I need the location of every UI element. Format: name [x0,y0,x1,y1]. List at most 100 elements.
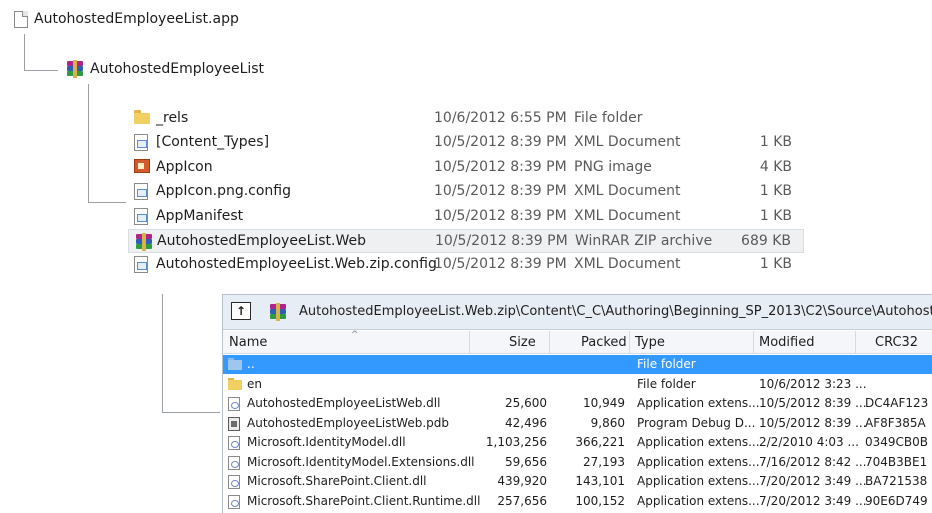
archive-item-name: Microsoft.IdentityModel.Extensions.dll [247,454,475,469]
archive-item-type: File folder [637,376,696,391]
file-type: XML Document [574,134,681,151]
app-package-label: AutohostedEmployeeList.app [34,11,239,27]
archive-item-crc: 704B3BE1 [865,454,928,469]
archive-item-modified: 7/16/2012 8:42 ... [759,454,867,469]
tree-connector [88,84,89,202]
archive-item-modified: 10/5/2012 8:39 ... [759,396,867,410]
archive-item-crc: AF8F385A [865,415,926,430]
arrow-up-icon: ↑ [235,304,247,318]
file-type: File folder [574,110,643,126]
column-name[interactable]: Name [229,335,267,350]
archive-item-size: 25,600 [505,396,547,410]
archive-item-packed: 10,949 [583,396,625,410]
archive-item-modified: 7/20/2012 3:49 ... [759,474,867,488]
archive-item-type: Application extens... [637,396,760,410]
sort-ascending-icon: ^ [351,330,359,340]
archive-row[interactable]: AutohostedEmployeeListWeb.pdb 42,496 9,860… [223,414,932,433]
file-row[interactable]: AutohostedEmployeeList.Web.zip.config 10/… [128,253,804,277]
document-icon [14,10,28,28]
file-row[interactable]: _rels 10/6/2012 6:55 PM File folder [128,107,804,131]
folder-icon [228,377,242,390]
dll-icon [228,455,240,470]
file-date: 10/5/2012 8:39 PM [434,134,567,151]
folder-icon [134,110,150,124]
dll-icon [228,436,240,450]
file-size: 1 KB [759,207,792,224]
file-date: 10/5/2012 8:39 PM [434,256,567,273]
winrar-archive-icon [269,303,287,321]
file-type: PNG image [574,158,652,175]
file-row[interactable]: [Content_Types] 10/5/2012 8:39 PM XML Docu… [128,131,804,155]
file-name: [Content_Types] [156,134,270,151]
file-row[interactable]: AppIcon.png.config 10/5/2012 8:39 PM XML D… [128,180,804,204]
archive-item-crc: 90E6D749 [865,493,928,508]
xml-document-icon [134,183,148,201]
archive-item-type: File folder [637,357,696,371]
archive-row[interactable]: en File folder 10/6/2012 3:23 ... [223,375,932,394]
app-package-node[interactable]: AutohostedEmployeeList.app [14,6,239,32]
archive-item-size: 439,920 [497,474,547,488]
file-name: AutohostedEmployeeList.Web [157,233,367,249]
pdb-icon [228,416,240,431]
archive-item-name: AutohostedEmployeeListWeb.dll [247,396,441,410]
package-folder-label: AutohostedEmployeeList [90,61,265,77]
file-size: 689 KB [741,233,791,249]
archive-item-packed: 9,860 [590,415,625,430]
png-image-icon [134,158,150,173]
file-name: AppManifest [156,207,244,224]
winrar-archive-icon [66,60,84,78]
tree-connector [24,70,58,71]
archive-item-type: Application extens... [637,474,760,488]
package-folder-node[interactable]: AutohostedEmployeeList [66,56,264,82]
column-size[interactable]: Size [509,335,536,350]
archive-item-type: Program Debug D... [637,415,756,430]
archive-row[interactable]: Microsoft.SharePoint.Client.dll 439,920 14… [223,472,932,491]
archive-item-name: Microsoft.IdentityModel.dll [247,435,406,449]
file-row[interactable]: AutohostedEmployeeList.Web 10/5/2012 8:39… [128,229,804,253]
archive-path: AutohostedEmployeeList.Web.zip\Content\C… [299,304,932,319]
dll-icon [228,475,240,489]
column-modified[interactable]: Modified [759,335,814,350]
file-name: AutohostedEmployeeList.Web.zip.config [156,256,437,273]
archive-item-name: Microsoft.SharePoint.Client.dll [247,474,427,488]
archive-item-packed: 27,193 [583,454,625,469]
archive-item-modified: 2/2/2010 4:03 ... [759,435,859,449]
column-header-row: Name ^ Size Packed Type Modified CRC32 [223,330,932,354]
file-type: XML Document [574,183,681,200]
winrar-path-bar: ↑ AutohostedEmployeeList.Web.zip\Content… [223,295,932,330]
file-row[interactable]: AppManifest 10/5/2012 8:39 PM XML Document… [128,205,804,229]
archive-row[interactable]: Microsoft.IdentityModel.Extensions.dll 59… [223,453,932,472]
archive-row[interactable]: Microsoft.SharePoint.Client.Runtime.dll 2… [223,492,932,511]
file-date: 10/5/2012 8:39 PM [435,233,568,249]
archive-row[interactable]: AutohostedEmployeeListWeb.dll 25,600 10,94… [223,394,932,413]
column-packed[interactable]: Packed [581,335,627,350]
archive-item-modified: 10/5/2012 8:39 ... [759,415,867,430]
file-date: 10/5/2012 8:39 PM [434,183,567,200]
archive-item-size: 42,496 [505,415,547,430]
archive-item-type: Application extens... [637,435,760,449]
archive-item-modified: 7/20/2012 3:49 ... [759,493,867,508]
archive-item-size: 1,103,256 [485,435,547,449]
tree-connector [88,202,126,203]
tree-connector [162,412,220,413]
winrar-window: ↑ AutohostedEmployeeList.Web.zip\Content… [222,294,932,513]
file-row[interactable]: AppIcon 10/5/2012 8:39 PM PNG image 4 KB [128,156,804,180]
archive-item-size: 257,656 [497,493,547,508]
archive-item-packed: 366,221 [575,435,625,449]
archive-item-crc: BA721538 [865,474,928,488]
archive-row[interactable]: Microsoft.IdentityModel.dll 1,103,256 366,… [223,433,932,452]
archive-item-crc: DC4AF123 [865,396,929,410]
file-date: 10/6/2012 6:55 PM [434,110,567,126]
archive-row[interactable]: .. File folder [223,355,932,374]
up-folder-button[interactable]: ↑ [231,302,251,320]
archive-item-type: Application extens... [637,493,760,508]
tree-connector [162,294,163,412]
folder-icon [228,358,242,370]
winrar-archive-icon [135,233,153,251]
column-type[interactable]: Type [635,335,665,350]
archive-item-size: 59,656 [505,454,547,469]
archive-item-name: AutohostedEmployeeListWeb.pdb [247,415,450,430]
column-crc32[interactable]: CRC32 [875,335,918,350]
archive-item-name: .. [247,357,255,371]
tree-connector [24,34,25,70]
